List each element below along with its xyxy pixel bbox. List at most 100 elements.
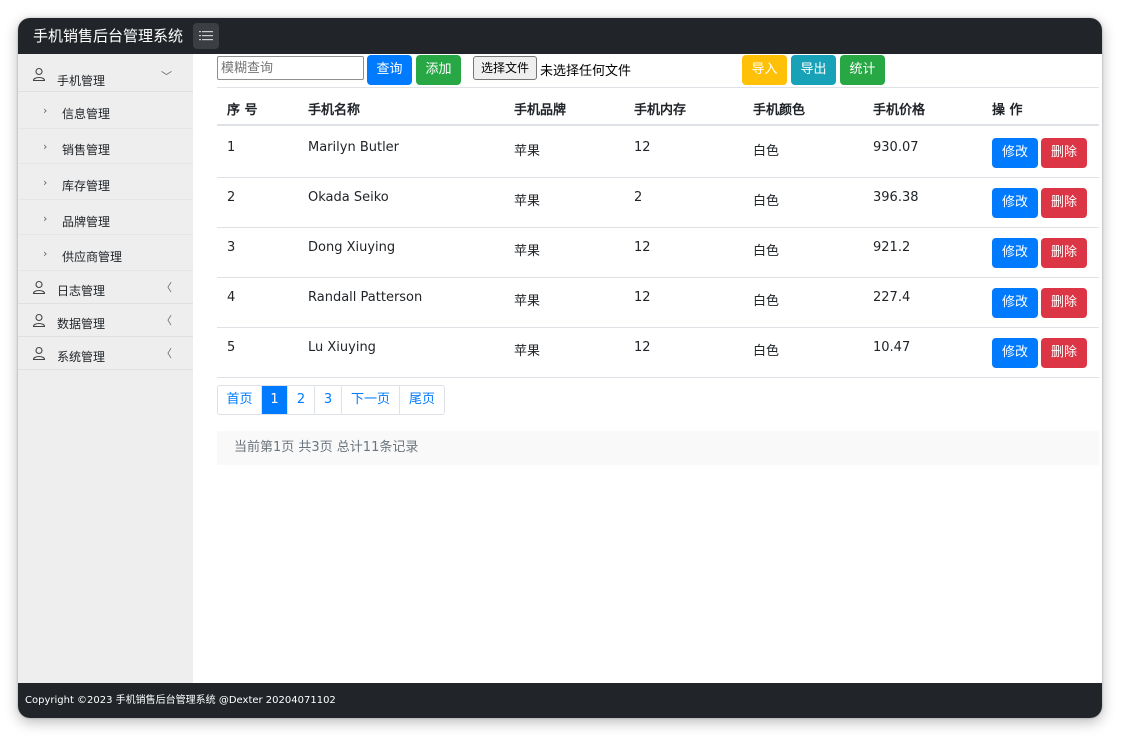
cell-memory: 12 [634,340,651,355]
table-row: 5 Lu Xiuying 苹果 12 白色 10.47 修改 删除 [217,328,1099,378]
cell-index: 5 [227,340,236,355]
cell-price: 10.47 [873,340,911,355]
sidebar: 手机管理 ﹀ › 信息管理 › 销售管理 › 库存管理 › 品牌管理 › 供应商… [18,54,193,683]
sidebar-item-brand[interactable]: › 品牌管理 [18,200,193,235]
table-row: 3 Dong Xiuying 苹果 12 白色 921.2 修改 删除 [217,228,1099,278]
cell-name: Okada Seiko [308,190,389,205]
cell-brand: 苹果 [514,294,541,309]
cell-color: 白色 [753,244,780,259]
cell-name: Lu Xiuying [308,340,376,355]
page-last-link[interactable]: 尾页 [400,386,444,414]
delete-button[interactable]: 删除 [1041,138,1087,168]
sidebar-section-label: 手机管理 [57,74,106,88]
query-button[interactable]: 查询 [367,55,412,85]
column-header: 操 作 [992,103,1023,118]
cell-color: 白色 [753,194,780,209]
column-header: 手机品牌 [514,103,567,118]
sidebar-section-system[interactable]: 系统管理 〈 [18,337,193,370]
sidebar-section-phone[interactable]: 手机管理 ﹀ [18,54,193,92]
sidebar-item-sales[interactable]: › 销售管理 [18,129,193,164]
add-button[interactable]: 添加 [416,55,461,85]
column-header: 序 号 [227,103,258,118]
delete-button[interactable]: 删除 [1041,188,1087,218]
sidebar-item-info[interactable]: › 信息管理 [18,94,193,129]
delete-button[interactable]: 删除 [1041,288,1087,318]
cell-price: 930.07 [873,140,919,155]
cell-price: 921.2 [873,240,911,255]
main-content: 查询 添加 选择文件 未选择任何文件 导入 导出 统计 序 号 手机名称 手机品… [193,54,1102,683]
cell-color: 白色 [753,144,780,159]
stats-button[interactable]: 统计 [840,55,885,85]
import-button[interactable]: 导入 [742,55,787,85]
app-title: 手机销售后台管理系统 [33,27,184,45]
column-header: 手机内存 [634,103,687,118]
cell-memory: 2 [634,190,643,205]
page-1-link[interactable]: 1 [262,386,288,414]
cell-index: 2 [227,190,236,205]
cell-brand: 苹果 [514,144,541,159]
export-button[interactable]: 导出 [791,55,836,85]
cell-memory: 12 [634,140,651,155]
cell-index: 3 [227,240,236,255]
menu-toggle-button[interactable] [193,23,219,49]
cell-name: Marilyn Butler [308,140,400,155]
page-3-link[interactable]: 3 [315,386,342,414]
top-navbar: 手机销售后台管理系统 [18,18,1102,54]
chevron-right-icon: › [43,212,48,225]
edit-button[interactable]: 修改 [992,238,1038,268]
user-icon [32,67,46,81]
delete-button[interactable]: 删除 [1041,338,1087,368]
sidebar-section-data[interactable]: 数据管理 〈 [18,304,193,337]
sidebar-item-supplier[interactable]: › 供应商管理 [18,235,193,271]
pagination-info: 当前第1页 共3页 总计11条记录 [217,431,1099,465]
pagination: 首页 1 2 3 下一页 尾页 [217,385,445,415]
chevron-down-icon: ﹀ [161,70,172,83]
sidebar-section-label: 系统管理 [57,350,106,364]
search-input[interactable] [217,56,364,80]
column-header: 手机颜色 [753,103,806,118]
sidebar-item-label: 信息管理 [62,107,111,121]
sidebar-item-label: 库存管理 [62,179,111,193]
chevron-right-icon: › [43,176,48,189]
table-row: 4 Randall Patterson 苹果 12 白色 227.4 修改 删除 [217,278,1099,328]
delete-button[interactable]: 删除 [1041,238,1087,268]
sidebar-section-label: 数据管理 [57,317,106,331]
sidebar-item-inventory[interactable]: › 库存管理 [18,164,193,200]
cell-color: 白色 [753,344,780,359]
app-window: 手机销售后台管理系统 手机管理 ﹀ › 信息管理 › 销售管理 › 库存管理 ›… [18,18,1102,718]
user-icon [32,280,46,294]
column-header: 手机价格 [873,103,926,118]
chevron-right-icon: › [43,247,48,260]
page-first-link[interactable]: 首页 [218,386,262,414]
cell-price: 396.38 [873,190,919,205]
choose-file-button[interactable]: 选择文件 [473,56,537,80]
cell-brand: 苹果 [514,194,541,209]
table-row: 2 Okada Seiko 苹果 2 白色 396.38 修改 删除 [217,178,1099,228]
edit-button[interactable]: 修改 [992,338,1038,368]
sidebar-section-log[interactable]: 日志管理 〈 [18,271,193,304]
cell-memory: 12 [634,290,651,305]
cell-brand: 苹果 [514,244,541,259]
list-icon [199,31,213,41]
table-row: 1 Marilyn Butler 苹果 12 白色 930.07 修改 删除 [217,128,1099,178]
edit-button[interactable]: 修改 [992,138,1038,168]
user-icon [32,313,46,327]
table-header: 序 号 手机名称 手机品牌 手机内存 手机颜色 手机价格 操 作 [217,87,1099,126]
file-status-text: 未选择任何文件 [540,64,632,79]
page-next-link[interactable]: 下一页 [342,386,400,414]
chevron-left-icon: 〈 [161,281,172,294]
edit-button[interactable]: 修改 [992,188,1038,218]
chevron-left-icon: 〈 [161,347,172,360]
column-header: 手机名称 [308,103,361,118]
cell-brand: 苹果 [514,344,541,359]
user-icon [32,346,46,360]
cell-index: 4 [227,290,236,305]
cell-name: Dong Xiuying [308,240,396,255]
footer-copyright: Copyright ©2023 手机销售后台管理系统 @Dexter 20204… [18,683,1102,718]
cell-memory: 12 [634,240,651,255]
sidebar-section-label: 日志管理 [57,284,106,298]
edit-button[interactable]: 修改 [992,288,1038,318]
cell-name: Randall Patterson [308,290,423,305]
page-2-link[interactable]: 2 [288,386,315,414]
cell-index: 1 [227,140,236,155]
